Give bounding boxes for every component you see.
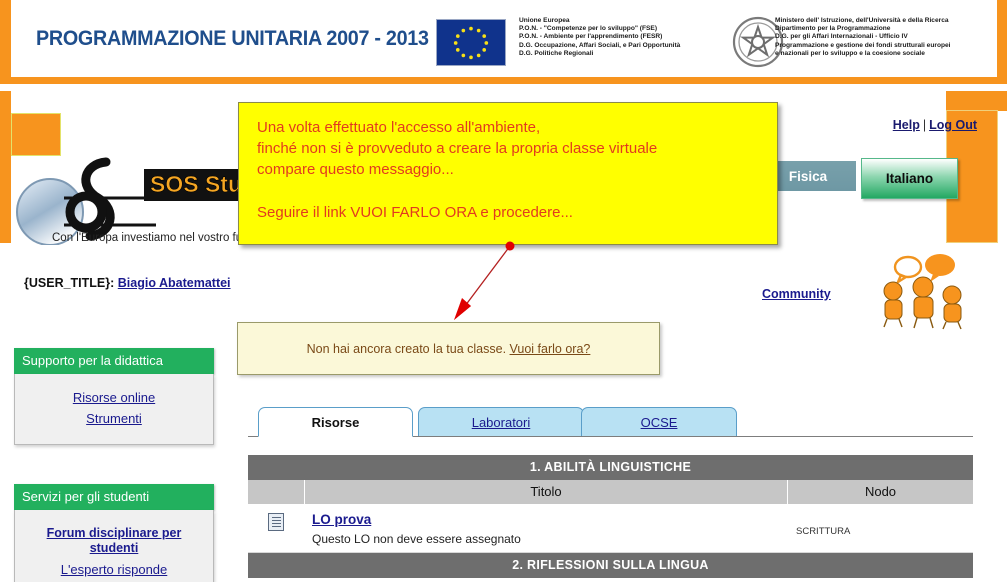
tab-label: OCSE [640,415,678,430]
orange-accent-top-right [946,91,1007,111]
user-title-line: {USER_TITLE}: Biagio Abatemattei [24,276,231,290]
resource-title-link[interactable]: LO prova [312,512,371,527]
annotation-line: finché non si è provveduto a creare la p… [257,140,658,157]
eu-text-line: P.O.N. - "Competenze per lo sviluppo" (F… [519,25,658,33]
tab-risorse[interactable]: Risorse [258,407,413,437]
logo-tagline: Con l'Europa investiamo nel vostro futur… [52,232,262,244]
learning-object-icon [268,513,284,531]
banner-left-accent [0,0,11,77]
notice-text: Non hai ancora creato la tua classe. [306,341,507,356]
panel-title: Servizi per gli studenti [14,484,214,510]
ministry-text-line: Dipartimento per la Programmazione [775,25,891,33]
table-section-heading: 1. ABILITÀ LINGUISTICHE [248,455,973,480]
table-header-row: Titolo Nodo [248,480,973,505]
help-link[interactable]: Help [893,118,920,132]
ministry-text-line: e nazionali per lo sviluppo e la coesion… [775,49,925,57]
sidebar-link-esperto-risponde[interactable]: L'esperto risponde [21,562,207,577]
table-section-heading: 2. RIFLESSIONI SULLA LINGUA [248,553,973,578]
sidebar-panel-supporto: Supporto per la didattica Risorse online… [14,348,214,445]
resource-description: Questo LO non deve essere assegnato [312,532,521,546]
tab-ocse[interactable]: OCSE [581,407,737,437]
sidebar-panel-servizi: Servizi per gli studenti Forum disciplin… [14,484,214,582]
annotation-line-2: Seguire il link VUOI FARLO ORA e procede… [257,204,573,221]
eu-stars-icon [453,26,489,60]
community-people-icon [883,254,962,330]
sidebar-link-strumenti[interactable]: Strumenti [21,411,207,426]
content-tab-bar: Risorse Laboratori OCSE [248,407,973,437]
ministry-text: Ministero dell' Istruzione, dell'Univers… [775,17,1000,58]
ministry-text-line: D.G. per gli Affari Internazionali - Uff… [775,33,908,41]
banner-title: PROGRAMMAZIONE UNITARIA 2007 - 2013 [36,27,429,50]
subject-tab-italiano[interactable]: Italiano [861,158,958,199]
table-col-titolo: Titolo [305,480,788,504]
sidebar-link-risorse-online[interactable]: Risorse online [21,390,207,405]
eu-text-line: P.O.N. - Ambiente per l'apprendimento (F… [519,33,663,41]
panel-title: Supporto per la didattica [14,348,214,374]
annotation-line: Una volta effettuato l'accesso all'ambie… [257,119,541,136]
links-separator: | [922,118,927,132]
tab-laboratori[interactable]: Laboratori [418,407,584,437]
top-banner: PROGRAMMAZIONE UNITARIA 2007 - 2013 Unio… [0,0,1007,84]
user-name-link[interactable]: Biagio Abatemattei [118,276,231,290]
table-col-icon [248,480,305,504]
eu-text-line: Unione Europea [519,17,570,24]
table-row: LO prova Questo LO non deve essere asseg… [248,505,973,553]
ministry-text-line: Programmazione e gestione dei fondi stru… [775,41,951,49]
panel-links: Risorse online Strumenti [14,374,214,445]
tab-label: Laboratori [471,415,531,430]
row-title-cell: LO prova Questo LO non deve essere asseg… [304,505,786,552]
create-class-link[interactable]: Vuoi farlo ora? [510,342,591,356]
eu-text-line: D.G. Occupazione, Affari Sociali, e Pari… [519,41,681,49]
annotation-callout: Una volta effettuato l'accesso all'ambie… [238,102,778,245]
community-link[interactable]: Community [762,287,831,301]
subject-tab-label: Fisica [788,168,828,184]
eu-program-text: Unione Europea P.O.N. - "Competenze per … [519,17,734,58]
resource-node: SCRITTURA [796,526,851,537]
user-title-placeholder: {USER_TITLE}: [24,276,115,290]
top-utility-links: Help | Log Out [893,118,977,132]
subject-tab-label: Italiano [885,171,934,186]
sidebar-link-forum-disciplinare[interactable]: Forum disciplinare per studenti [21,526,207,556]
row-node-cell: SCRITTURA [786,505,973,552]
table-col-nodo: Nodo [864,484,897,499]
resources-table: 1. ABILITÀ LINGUISTICHE Titolo Nodo LO p… [248,455,973,578]
panel-links: Forum disciplinare per studenti L'espert… [14,510,214,582]
eu-flag-icon [436,19,506,66]
eu-text-line: D.G. Politiche Regionali [519,49,594,57]
annotation-arrow-icon [454,241,515,320]
no-class-notice: Non hai ancora creato la tua classe. Vuo… [237,322,660,375]
row-icon-cell [248,505,304,552]
logout-link[interactable]: Log Out [929,118,977,132]
page-root: PROGRAMMAZIONE UNITARIA 2007 - 2013 Unio… [0,0,1007,582]
tab-label: Risorse [311,414,360,430]
annotation-line: compare questo messaggio... [257,161,454,178]
ministry-text-line: Ministero dell' Istruzione, dell'Univers… [775,17,949,24]
